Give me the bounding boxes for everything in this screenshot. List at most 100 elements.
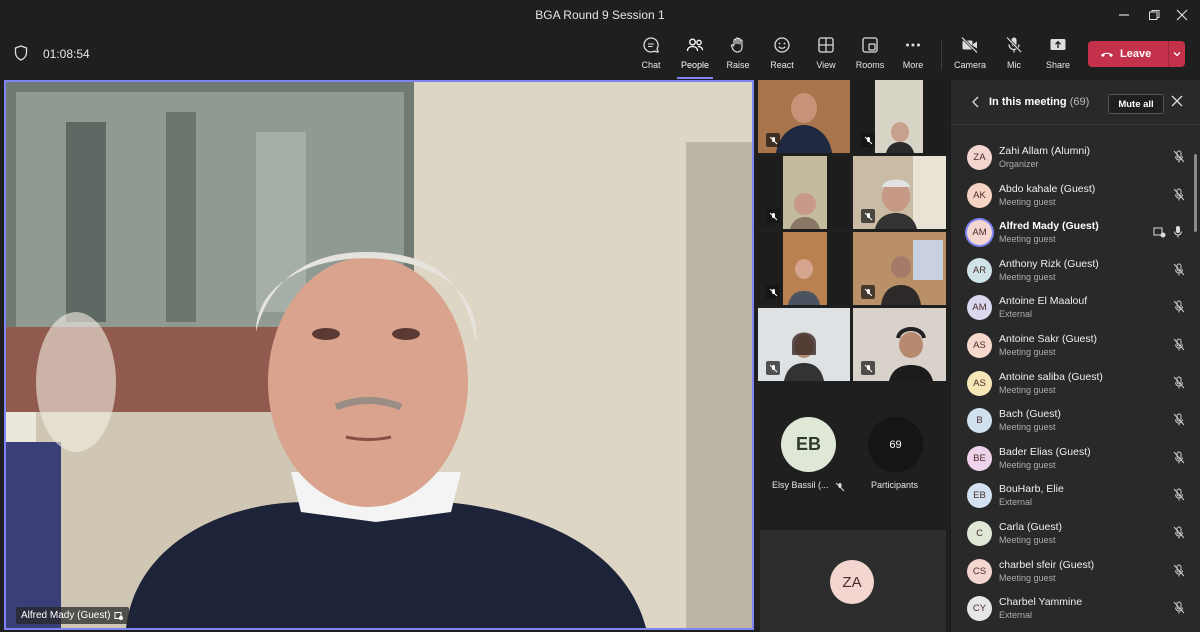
mic-off-icon bbox=[766, 209, 780, 223]
mic-off-icon[interactable] bbox=[1173, 188, 1185, 206]
mic-off-icon bbox=[861, 209, 875, 223]
participant-name: BouHarb, Elie bbox=[999, 483, 1064, 496]
video-tile[interactable] bbox=[758, 80, 850, 153]
participant-role: Organizer bbox=[999, 159, 1039, 169]
participant-name: Alfred Mady (Guest) bbox=[999, 220, 1099, 233]
video-tile[interactable] bbox=[758, 156, 850, 229]
back-chevron-icon[interactable] bbox=[971, 95, 981, 113]
screen-share-icon bbox=[1153, 225, 1166, 243]
participant-name: charbel sfeir (Guest) bbox=[999, 558, 1095, 571]
mic-off-icon[interactable] bbox=[1173, 451, 1185, 469]
avatar: CY bbox=[967, 596, 992, 622]
phone-hangup-icon bbox=[1101, 52, 1113, 57]
self-video-tile[interactable]: ZA bbox=[760, 530, 946, 632]
camera-label: Camera bbox=[953, 60, 986, 70]
raise-hand-button[interactable]: Raise bbox=[716, 36, 760, 76]
video-tile[interactable] bbox=[758, 308, 850, 381]
participant-name: Antoine El Maalouf bbox=[999, 295, 1088, 308]
mic-off-icon[interactable] bbox=[1173, 150, 1185, 168]
participant-row[interactable]: BE Bader Elias (Guest) Meeting guest bbox=[951, 439, 1200, 477]
avatar: C bbox=[967, 520, 992, 546]
participant-row[interactable]: AS Antoine saliba (Guest) Meeting guest bbox=[951, 364, 1200, 402]
main-video-name: Alfred Mady (Guest) bbox=[21, 610, 111, 621]
participants-label: Participants bbox=[871, 480, 919, 490]
video-tile[interactable] bbox=[853, 308, 946, 381]
mic-off-icon bbox=[835, 479, 845, 497]
participant-row[interactable]: AM Alfred Mady (Guest) Meeting guest bbox=[951, 213, 1200, 251]
people-button[interactable]: People bbox=[673, 36, 717, 79]
mic-off-icon[interactable] bbox=[1173, 564, 1185, 582]
mic-off-icon bbox=[861, 361, 875, 375]
more-icon bbox=[906, 43, 920, 47]
window-title: BGA Round 9 Session 1 bbox=[535, 8, 665, 22]
speaker-video bbox=[6, 82, 752, 628]
mic-off-icon[interactable] bbox=[1173, 338, 1185, 356]
participant-role: Meeting guest bbox=[999, 271, 1056, 282]
participants-count-circle[interactable]: 69 bbox=[868, 417, 923, 472]
leave-main[interactable]: Leave bbox=[1088, 47, 1168, 61]
video-tile[interactable] bbox=[853, 156, 946, 229]
participant-row[interactable]: AM Antoine El Maalouf External bbox=[951, 288, 1200, 326]
react-label: React bbox=[770, 60, 794, 70]
mic-off-icon[interactable] bbox=[1173, 488, 1185, 506]
mic-off-icon[interactable] bbox=[1173, 376, 1185, 394]
camera-button[interactable]: Camera bbox=[948, 36, 992, 76]
participant-row[interactable]: AR Anthony Rizk (Guest) Meeting guest bbox=[951, 251, 1200, 289]
mic-off-icon[interactable] bbox=[1173, 601, 1185, 619]
participant-row[interactable]: ZA Zahi Allam (Alumni) Organizer bbox=[951, 138, 1200, 176]
participant-row[interactable]: AK Abdo kahale (Guest) Meeting guest bbox=[951, 176, 1200, 214]
participant-row[interactable]: AS Antoine Sakr (Guest) Meeting guest bbox=[951, 326, 1200, 364]
avatar: AS bbox=[967, 332, 992, 358]
mic-off-icon[interactable] bbox=[1173, 413, 1185, 431]
view-button[interactable]: View bbox=[804, 36, 848, 76]
participant-avatar[interactable]: EB bbox=[781, 417, 836, 472]
participant-role: External bbox=[999, 610, 1033, 621]
chat-icon bbox=[643, 37, 659, 53]
participant-name: Bach (Guest) bbox=[999, 408, 1061, 421]
camera-off-icon bbox=[961, 36, 978, 54]
video-tile[interactable] bbox=[853, 232, 946, 305]
chevron-down-icon[interactable] bbox=[1169, 49, 1185, 59]
share-label: Share bbox=[1045, 60, 1071, 70]
mic-off-icon[interactable] bbox=[1173, 300, 1185, 318]
meeting-timer: 01:08:54 bbox=[43, 47, 90, 61]
main-video-name-badge: Alfred Mady (Guest) bbox=[16, 607, 130, 624]
video-tile[interactable] bbox=[758, 232, 850, 305]
avatar: AS bbox=[967, 370, 992, 396]
main-video-tile[interactable]: Alfred Mady (Guest) bbox=[4, 80, 754, 630]
rooms-button[interactable]: Rooms bbox=[848, 36, 892, 76]
leave-button[interactable]: Leave bbox=[1088, 41, 1185, 67]
participant-name: Anthony Rizk (Guest) bbox=[999, 257, 1099, 270]
participant-role: Meeting guest bbox=[999, 534, 1056, 545]
people-label: People bbox=[680, 60, 710, 70]
participant-name: Zahi Allam (Alumni) bbox=[999, 145, 1091, 157]
participant-row[interactable]: EB BouHarb, Elie External bbox=[951, 476, 1200, 514]
avatar: CS bbox=[967, 558, 992, 584]
people-panel-header: In this meeting (69) Mute all bbox=[951, 80, 1200, 125]
share-button[interactable]: Share bbox=[1036, 36, 1080, 76]
chat-button[interactable]: Chat bbox=[629, 36, 673, 76]
participant-row[interactable]: CS charbel sfeir (Guest) Meeting guest bbox=[951, 552, 1200, 590]
close-window-icon[interactable] bbox=[1164, 0, 1200, 30]
more-button[interactable]: More bbox=[891, 36, 935, 76]
share-icon bbox=[1050, 39, 1066, 50]
meeting-toolbar: 01:08:54 Chat People Raise React View Ro… bbox=[0, 30, 1200, 79]
leave-label: Leave bbox=[1120, 48, 1152, 60]
mic-off-icon[interactable] bbox=[1173, 526, 1185, 544]
people-panel-title-text: In this meeting bbox=[989, 96, 1067, 108]
participant-row[interactable]: CY Charbel Yammine External bbox=[951, 589, 1200, 627]
mic-off-icon bbox=[861, 285, 875, 299]
participant-row[interactable]: B Bach (Guest) Meeting guest bbox=[951, 401, 1200, 439]
close-icon[interactable] bbox=[1171, 94, 1183, 112]
participant-role: Meeting guest bbox=[999, 346, 1056, 357]
video-tile[interactable] bbox=[853, 80, 946, 153]
participant-name: Carla (Guest) bbox=[999, 520, 1063, 533]
mic-button[interactable]: Mic bbox=[992, 36, 1036, 76]
participant-row[interactable]: C Carla (Guest) Meeting guest bbox=[951, 514, 1200, 552]
mute-all-button[interactable]: Mute all bbox=[1108, 94, 1164, 114]
participant-name: Bader Elias (Guest) bbox=[999, 445, 1091, 458]
mic-off-icon[interactable] bbox=[1173, 263, 1185, 281]
mic-off-icon bbox=[861, 133, 875, 147]
react-button[interactable]: React bbox=[760, 36, 804, 76]
pin-icon bbox=[114, 611, 124, 620]
